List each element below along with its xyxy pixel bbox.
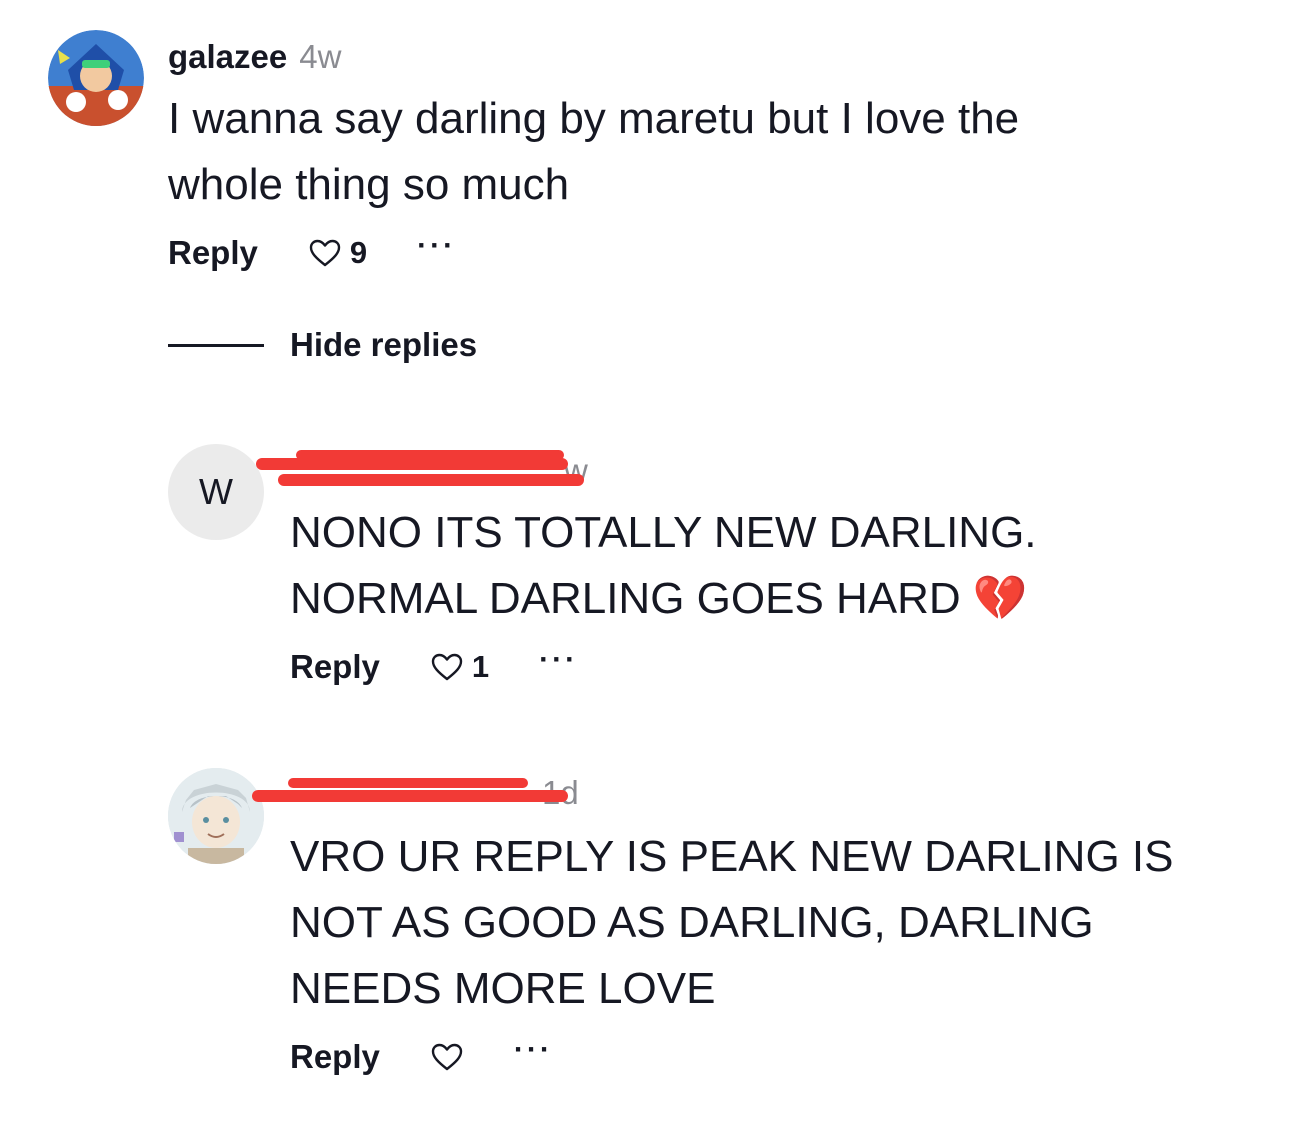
like-button[interactable]: 9 bbox=[308, 235, 367, 271]
reply-button[interactable]: Reply bbox=[290, 648, 380, 686]
heart-icon bbox=[431, 653, 463, 681]
avatar[interactable]: W bbox=[168, 444, 264, 540]
reply-button[interactable]: Reply bbox=[290, 1038, 380, 1076]
like-button[interactable] bbox=[430, 1042, 464, 1072]
redaction-mark bbox=[296, 450, 564, 460]
comment-text: NONO ITS TOTALLY NEW DARLING. NORMAL DAR… bbox=[290, 500, 1037, 632]
hide-replies-toggle[interactable]: Hide replies bbox=[168, 326, 477, 364]
avatar-letter: W bbox=[199, 471, 233, 512]
avatar-image bbox=[168, 768, 264, 864]
reply-comment: 1d VRO UR REPLY IS PEAK NEW DARLING IS N… bbox=[0, 760, 1290, 1100]
avatar[interactable] bbox=[48, 30, 144, 126]
comment-line: I wanna say darling by maretu but I love… bbox=[168, 94, 1020, 143]
comment-text: I wanna say darling by maretu but I love… bbox=[168, 86, 1019, 218]
comment-line: NONO ITS TOTALLY NEW DARLING. bbox=[290, 508, 1037, 557]
reply-comment: W w NONO ITS TOTALLY NEW DARLING. NORMAL… bbox=[0, 430, 1290, 710]
redaction-mark bbox=[252, 790, 568, 802]
more-options-icon[interactable]: ··· bbox=[539, 645, 578, 684]
comment-galazee: galazee 4w I wanna say darling by maretu… bbox=[0, 0, 1290, 300]
redaction-mark bbox=[288, 778, 528, 788]
like-count: 9 bbox=[349, 235, 368, 270]
more-options-icon[interactable]: ··· bbox=[417, 231, 456, 270]
hide-replies-label[interactable]: Hide replies bbox=[290, 326, 477, 364]
like-count: 1 bbox=[471, 649, 490, 684]
timestamp: 4w bbox=[299, 38, 342, 75]
heart-icon bbox=[431, 1043, 463, 1071]
heart-icon bbox=[309, 239, 341, 267]
divider bbox=[168, 343, 264, 347]
like-button[interactable]: 1 bbox=[430, 649, 489, 685]
reply-button[interactable]: Reply bbox=[168, 234, 258, 272]
comment-line: VRO UR REPLY IS PEAK NEW DARLING IS bbox=[290, 832, 1174, 881]
comment-text: VRO UR REPLY IS PEAK NEW DARLING IS NOT … bbox=[290, 824, 1173, 1022]
avatar[interactable] bbox=[168, 768, 264, 864]
comment-line: NORMAL DARLING GOES HARD 💔 bbox=[290, 574, 1028, 623]
comment-line: NOT AS GOOD AS DARLING, DARLING bbox=[290, 898, 1094, 947]
avatar-image bbox=[48, 30, 144, 126]
more-options-icon[interactable]: ··· bbox=[514, 1035, 553, 1074]
comment-line: NEEDS MORE LOVE bbox=[290, 964, 716, 1013]
redaction-mark bbox=[278, 474, 584, 486]
comment-line: whole thing so much bbox=[168, 160, 570, 209]
username[interactable]: galazee bbox=[168, 38, 287, 76]
